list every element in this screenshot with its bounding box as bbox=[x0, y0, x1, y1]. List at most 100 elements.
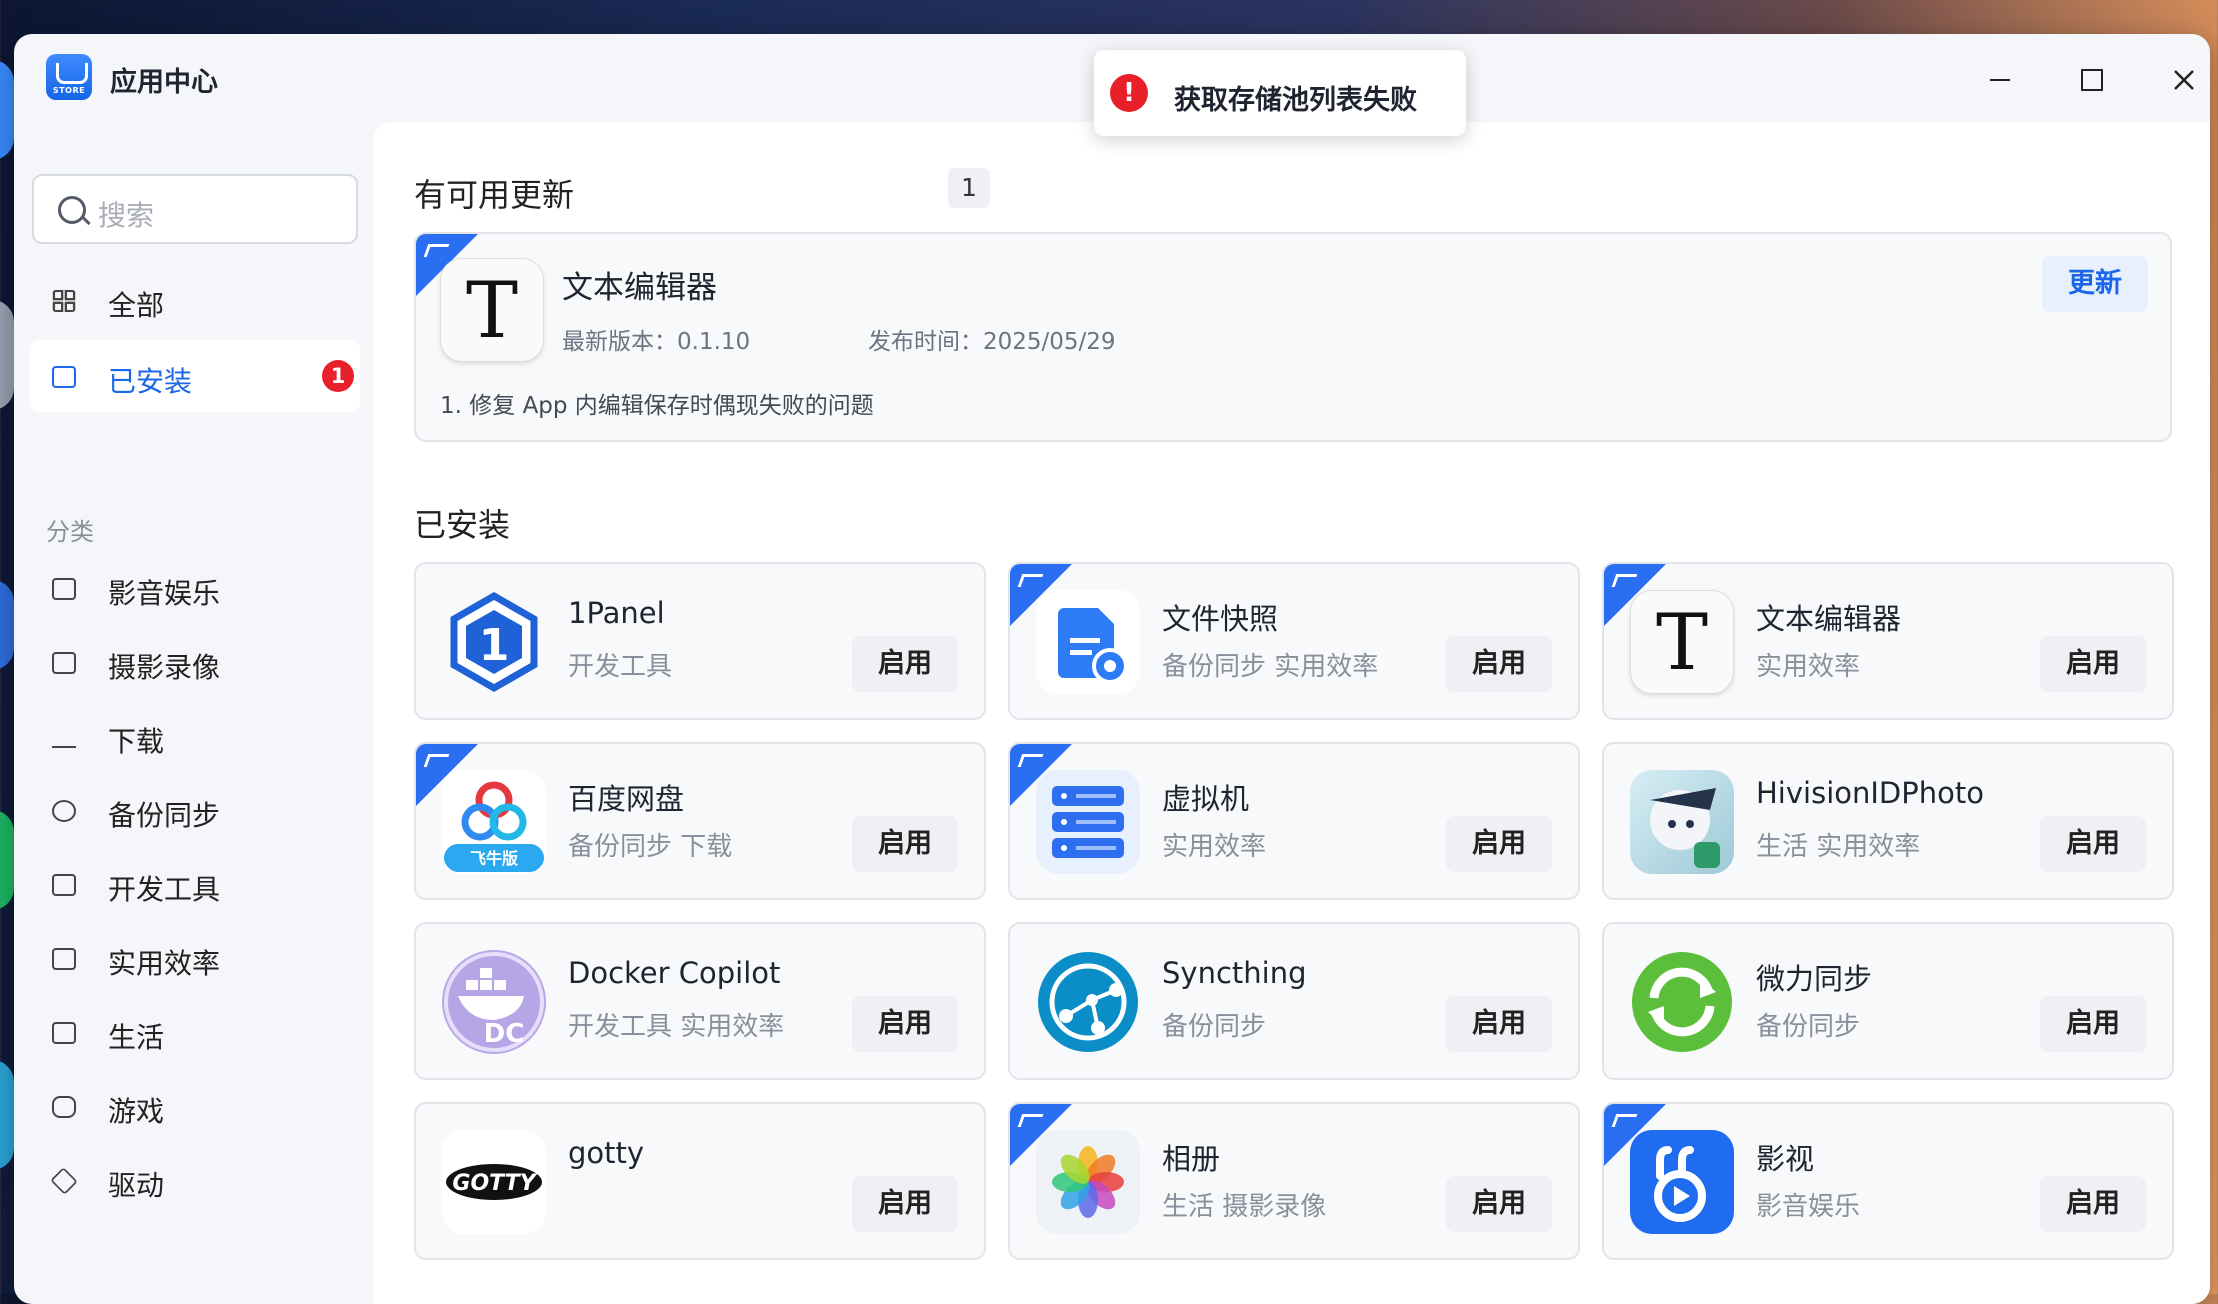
sidebar-item-backup-sync[interactable]: 备份同步 bbox=[30, 774, 360, 846]
app-card[interactable]: GOTTY gotty 启用 bbox=[414, 1102, 986, 1260]
app-name: 相册 bbox=[1162, 1142, 1221, 1176]
enable-button[interactable]: 启用 bbox=[1446, 636, 1552, 692]
app-card[interactable]: 影视 影音娱乐 启用 bbox=[1602, 1102, 2174, 1260]
sidebar-item-life[interactable]: 生活 bbox=[30, 996, 360, 1068]
syncthing-icon bbox=[1036, 950, 1140, 1054]
updates-count: 1 bbox=[948, 168, 990, 208]
app-name: 文本编辑器 bbox=[1756, 602, 1902, 636]
app-card[interactable]: 1 1Panel 开发工具 启用 bbox=[414, 562, 986, 720]
grid-icon bbox=[52, 290, 76, 312]
netdisk-icon-label: 飞牛版 bbox=[470, 849, 518, 868]
baidu-netdisk-icon: 飞牛版 bbox=[442, 770, 546, 874]
app-card[interactable]: 文件快照 备份同步 实用效率 启用 bbox=[1008, 562, 1580, 720]
text-editor-icon: T bbox=[1630, 590, 1734, 694]
toast-message: 获取存储池列表失败 bbox=[1174, 85, 1417, 116]
desktop-icon bbox=[0, 60, 14, 160]
enable-button[interactable]: 启用 bbox=[2040, 1176, 2146, 1232]
sidebar-item-label: 开发工具 bbox=[108, 873, 221, 906]
enable-button[interactable]: 启用 bbox=[852, 636, 958, 692]
text-editor-icon: T bbox=[440, 258, 544, 362]
app-tags: 备份同步 bbox=[1756, 1012, 1861, 1042]
enable-button[interactable]: 启用 bbox=[1446, 1176, 1552, 1232]
app-card[interactable]: 相册 生活 摄影录像 启用 bbox=[1008, 1102, 1580, 1260]
app-tags: 影音娱乐 bbox=[1756, 1192, 1861, 1222]
sidebar-item-label: 摄影录像 bbox=[108, 651, 221, 684]
close-icon bbox=[2174, 70, 2194, 90]
enable-button[interactable]: 启用 bbox=[1446, 996, 1552, 1052]
enable-button[interactable]: 启用 bbox=[852, 816, 958, 872]
gotty-icon-label: GOTTY bbox=[452, 1171, 537, 1196]
sidebar-item-label: 驱动 bbox=[108, 1169, 165, 1202]
docker-copilot-icon: DC bbox=[442, 950, 546, 1054]
app-store-logo-icon: STORE bbox=[46, 54, 92, 100]
sidebar-item-label: 全部 bbox=[108, 289, 165, 322]
enable-button[interactable]: 启用 bbox=[852, 1176, 958, 1232]
sidebar-item-entertainment[interactable]: 影音娱乐 bbox=[30, 552, 360, 624]
installed-box-icon bbox=[52, 366, 76, 388]
sidebar-item-label: 游戏 bbox=[108, 1095, 165, 1128]
app-card[interactable]: 微力同步 备份同步 启用 bbox=[1602, 922, 2174, 1080]
enable-button[interactable]: 启用 bbox=[1446, 816, 1552, 872]
app-tags: 备份同步 bbox=[1162, 1012, 1267, 1042]
cup-icon bbox=[52, 1022, 76, 1044]
toolbox-icon bbox=[52, 948, 76, 970]
enable-button[interactable]: 启用 bbox=[852, 996, 958, 1052]
app-card[interactable]: 虚拟机 实用效率 启用 bbox=[1008, 742, 1580, 900]
search-input[interactable]: 搜索 bbox=[32, 174, 358, 244]
sidebar-item-drivers[interactable]: 驱动 bbox=[30, 1144, 360, 1216]
search-icon bbox=[58, 196, 86, 224]
camera-icon bbox=[52, 652, 76, 674]
desktop-icon bbox=[0, 1060, 14, 1170]
enable-button[interactable]: 启用 bbox=[2040, 816, 2146, 872]
update-button[interactable]: 更新 bbox=[2042, 256, 2148, 312]
photos-icon bbox=[1036, 1130, 1140, 1234]
update-card: T 文本编辑器 最新版本：0.1.10 发布时间：2025/05/29 1. 修… bbox=[414, 232, 2172, 442]
file-snapshot-icon bbox=[1036, 590, 1140, 694]
window-title: 应用中心 bbox=[110, 67, 218, 98]
app-name: 1Panel bbox=[568, 596, 665, 630]
sidebar-item-photography[interactable]: 摄影录像 bbox=[30, 626, 360, 698]
app-name: Syncthing bbox=[1162, 956, 1307, 990]
app-tags: 实用效率 bbox=[1756, 652, 1861, 682]
gotty-icon: GOTTY bbox=[442, 1130, 546, 1234]
sidebar-item-games[interactable]: 游戏 bbox=[30, 1070, 360, 1142]
app-card[interactable]: Syncthing 备份同步 启用 bbox=[1008, 922, 1580, 1080]
app-card[interactable]: 飞牛版 百度网盘 备份同步 下载 启用 bbox=[414, 742, 986, 900]
app-name: 影视 bbox=[1756, 1142, 1815, 1176]
app-name: gotty bbox=[568, 1136, 645, 1170]
app-card[interactable]: HivisionIDPhoto 生活 实用效率 启用 bbox=[1602, 742, 2174, 900]
update-version: 最新版本：0.1.10 bbox=[562, 329, 751, 355]
sidebar: 搜索 全部 已安装 1 分类 影音娱乐 摄影录像 下载 备份同步 开发工具 实用… bbox=[14, 122, 374, 1304]
enable-button[interactable]: 启用 bbox=[2040, 636, 2146, 692]
sync-icon bbox=[52, 800, 76, 822]
sidebar-item-download[interactable]: 下载 bbox=[30, 700, 360, 772]
app-center-window: STORE 应用中心 ! 获取存储池列表失败 搜索 全部 已安装 1 分类 影音… bbox=[14, 34, 2210, 1304]
verysync-icon bbox=[1630, 950, 1734, 1054]
update-note: 1. 修复 App 内编辑保存时偶现失败的问题 bbox=[440, 393, 874, 419]
sidebar-item-label: 影音娱乐 bbox=[108, 577, 221, 610]
sidebar-item-installed[interactable]: 已安装 1 bbox=[30, 340, 360, 412]
sidebar-item-label: 已安装 bbox=[108, 365, 193, 398]
maximize-button[interactable] bbox=[2072, 60, 2112, 100]
app-name: HivisionIDPhoto bbox=[1756, 776, 1984, 810]
updates-section-title: 有可用更新 bbox=[414, 176, 575, 214]
sidebar-item-label: 实用效率 bbox=[108, 947, 221, 980]
download-icon bbox=[52, 726, 76, 748]
svg-text:1: 1 bbox=[479, 620, 510, 671]
sidebar-item-all[interactable]: 全部 bbox=[30, 264, 360, 336]
update-app-name: 文本编辑器 bbox=[562, 270, 717, 306]
enable-button[interactable]: 启用 bbox=[2040, 996, 2146, 1052]
app-tags: 开发工具 bbox=[568, 652, 673, 682]
app-tags: 生活 实用效率 bbox=[1756, 832, 1921, 862]
close-button[interactable] bbox=[2164, 60, 2204, 100]
app-card[interactable]: T 文本编辑器 实用效率 启用 bbox=[1602, 562, 2174, 720]
app-name: 微力同步 bbox=[1756, 962, 1873, 996]
app-name: 文件快照 bbox=[1162, 602, 1279, 636]
sidebar-item-productivity[interactable]: 实用效率 bbox=[30, 922, 360, 994]
1panel-icon: 1 bbox=[442, 590, 546, 694]
app-card[interactable]: DC Docker Copilot 开发工具 实用效率 启用 bbox=[414, 922, 986, 1080]
minimize-button[interactable] bbox=[1980, 60, 2020, 100]
sidebar-item-dev-tools[interactable]: 开发工具 bbox=[30, 848, 360, 920]
app-tags: 生活 摄影录像 bbox=[1162, 1192, 1327, 1222]
update-date: 发布时间：2025/05/29 bbox=[868, 329, 1116, 355]
